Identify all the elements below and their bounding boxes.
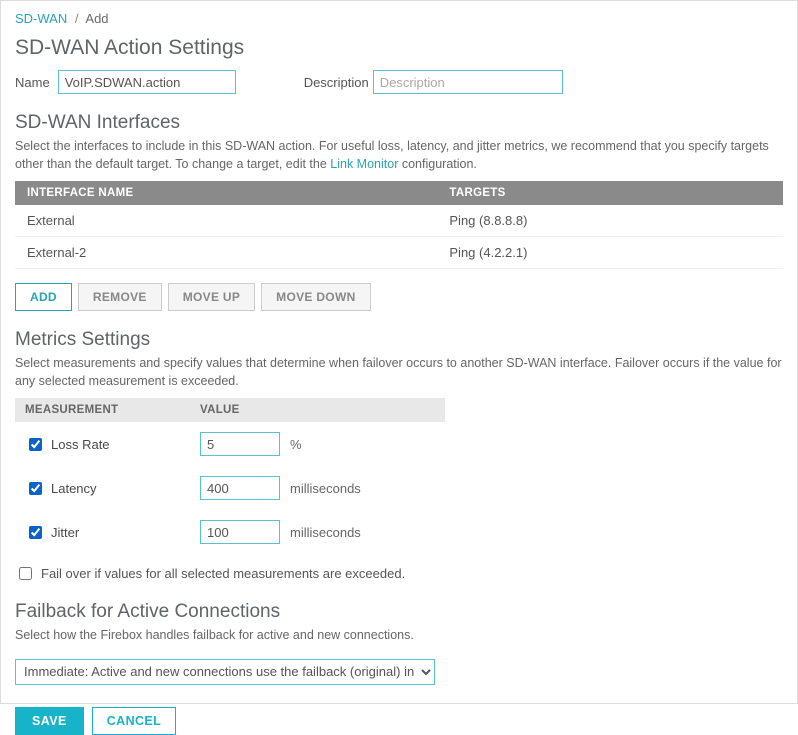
interface-target-cell: Ping (8.8.8.8)	[437, 205, 783, 237]
failback-help: Select how the Firebox handles failback …	[15, 627, 783, 645]
cancel-button[interactable]: CANCEL	[92, 707, 176, 735]
breadcrumb: SD-WAN / Add	[15, 11, 783, 26]
lossrate-label: Loss Rate	[51, 437, 110, 452]
metrics-title: Metrics Settings	[15, 329, 783, 351]
move-down-button[interactable]: MOVE DOWN	[261, 283, 370, 311]
jitter-label: Jitter	[51, 525, 79, 540]
interfaces-help-post: configuration.	[398, 157, 477, 171]
save-button[interactable]: SAVE	[15, 707, 84, 735]
breadcrumb-separator: /	[75, 11, 79, 26]
failover-all-checkbox[interactable]	[19, 567, 32, 580]
interfaces-help: Select the interfaces to include in this…	[15, 138, 783, 173]
interfaces-col-targets: TARGETS	[437, 181, 783, 205]
failover-all-label: Fail over if values for all selected mea…	[41, 566, 405, 581]
table-row[interactable]: External Ping (8.8.8.8)	[15, 205, 783, 237]
add-button[interactable]: ADD	[15, 283, 72, 311]
failback-title: Failback for Active Connections	[15, 601, 783, 623]
description-field[interactable]	[373, 70, 563, 94]
lossrate-unit: %	[290, 437, 302, 452]
metrics-col-value: VALUE	[200, 404, 240, 416]
latency-value-field[interactable]	[200, 476, 280, 500]
interfaces-col-name: INTERFACE NAME	[15, 181, 437, 205]
move-up-button[interactable]: MOVE UP	[168, 283, 255, 311]
page-title: SD-WAN Action Settings	[15, 36, 783, 60]
failback-select[interactable]: Immediate: Active and new connections us…	[15, 659, 435, 685]
jitter-value-field[interactable]	[200, 520, 280, 544]
lossrate-checkbox[interactable]	[29, 438, 42, 451]
lossrate-value-field[interactable]	[200, 432, 280, 456]
link-monitor-link[interactable]: Link Monitor	[330, 157, 398, 171]
breadcrumb-root-link[interactable]: SD-WAN	[15, 11, 67, 26]
description-label: Description	[304, 75, 369, 90]
latency-checkbox[interactable]	[29, 482, 42, 495]
breadcrumb-current: Add	[85, 11, 108, 26]
remove-button[interactable]: REMOVE	[78, 283, 162, 311]
interface-target-cell: Ping (4.2.2.1)	[437, 237, 783, 269]
interfaces-table: INTERFACE NAME TARGETS External Ping (8.…	[15, 181, 783, 269]
name-label: Name	[15, 75, 50, 90]
metrics-help: Select measurements and specify values t…	[15, 355, 783, 390]
table-row[interactable]: External-2 Ping (4.2.2.1)	[15, 237, 783, 269]
metrics-col-measurement: MEASUREMENT	[25, 404, 200, 416]
name-field[interactable]	[58, 70, 236, 94]
jitter-checkbox[interactable]	[29, 526, 42, 539]
interfaces-title: SD-WAN Interfaces	[15, 112, 783, 134]
latency-label: Latency	[51, 481, 97, 496]
interface-name-cell: External	[15, 205, 437, 237]
jitter-unit: milliseconds	[290, 525, 361, 540]
latency-unit: milliseconds	[290, 481, 361, 496]
interface-name-cell: External-2	[15, 237, 437, 269]
